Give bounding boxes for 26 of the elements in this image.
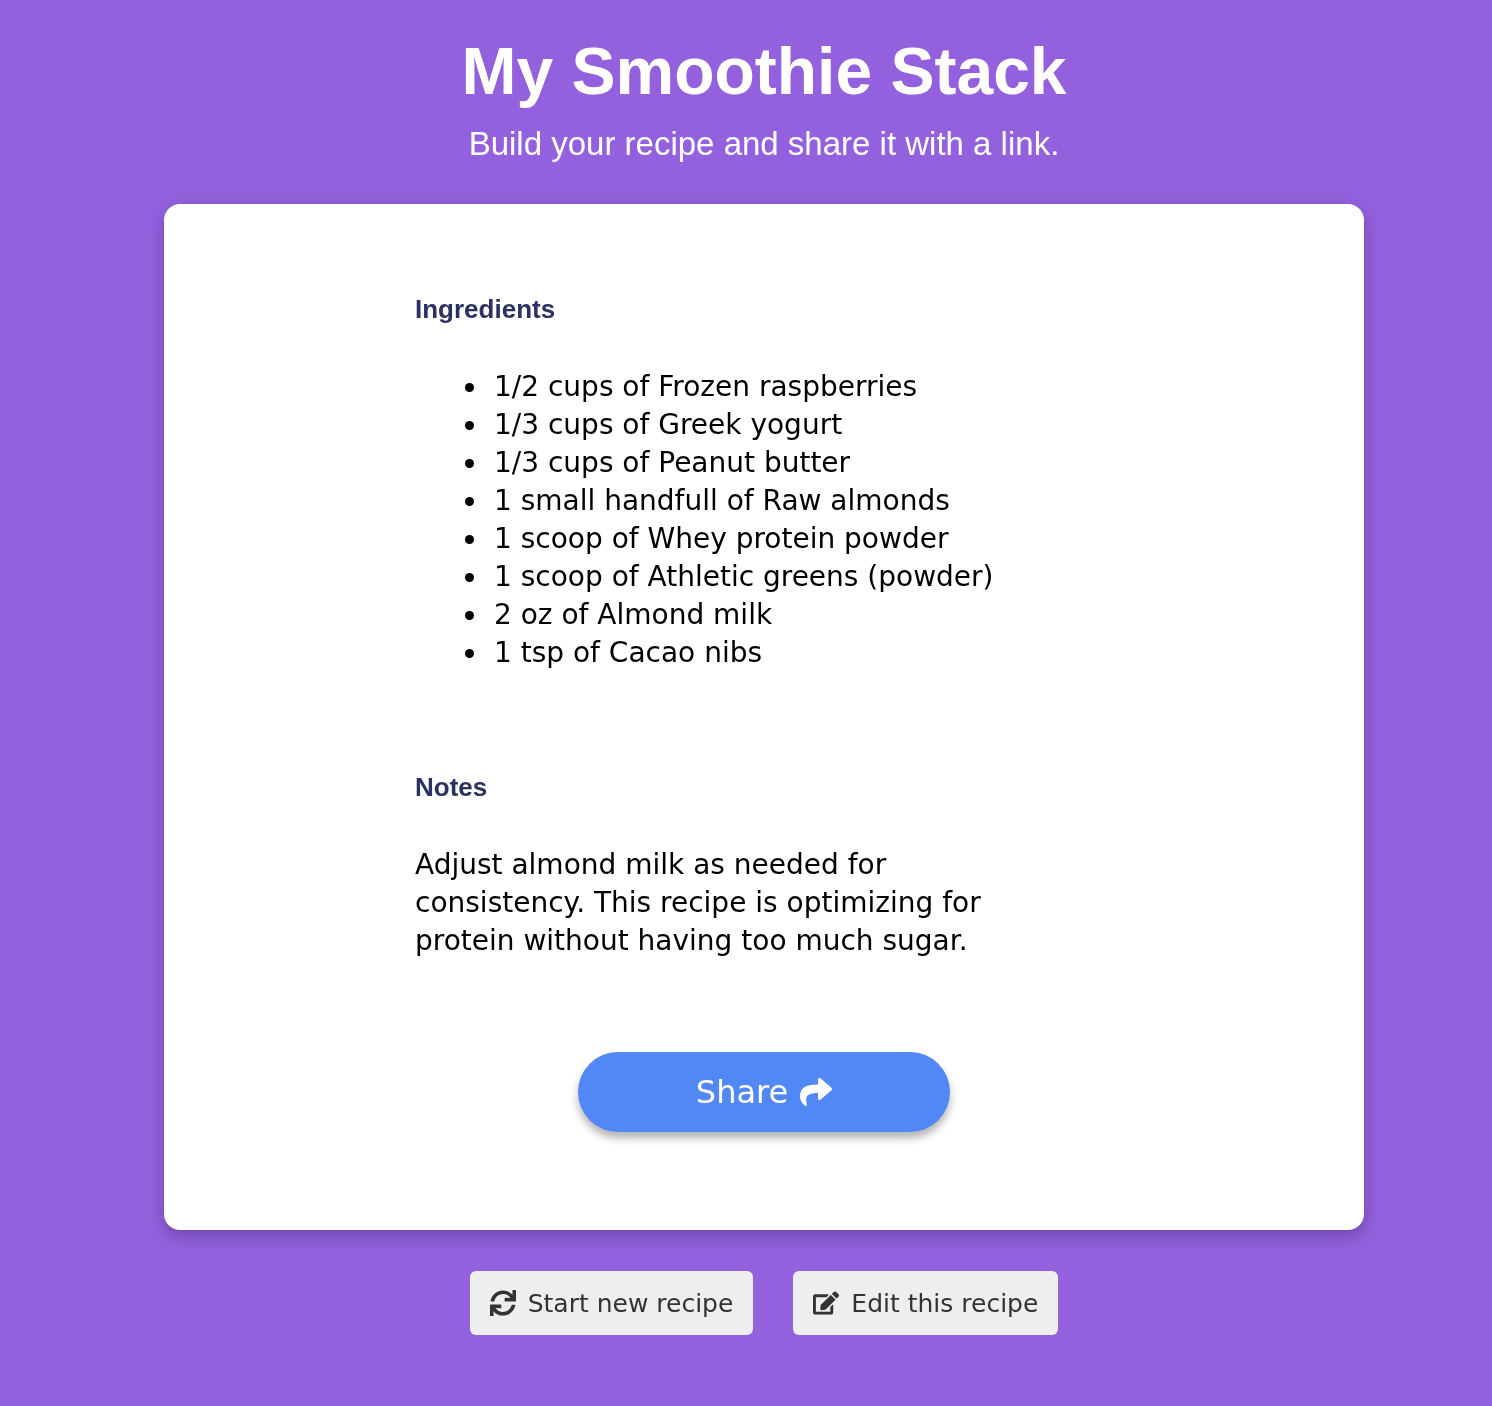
page-subtitle: Build your recipe and share it with a link. bbox=[468, 126, 1060, 162]
bullet-icon bbox=[465, 534, 474, 544]
bullet-icon bbox=[465, 610, 474, 620]
bullet-icon bbox=[465, 496, 474, 506]
page-title: My Smoothie Stack bbox=[461, 34, 1067, 108]
ingredient-text: 1 tsp of Cacao nibs bbox=[494, 635, 763, 671]
ingredient-text: 1 small handfull of Raw almonds bbox=[494, 483, 950, 519]
ingredient-text: 1/3 cups of Peanut butter bbox=[494, 445, 851, 481]
action-button[interactable]: Edit this recipe bbox=[793, 1271, 1059, 1335]
notes-text: Adjust almond milk as needed for consistency. This recipe is optimizing for protein without having too much sugar. bbox=[415, 847, 982, 959]
bullet-icon bbox=[465, 420, 474, 430]
refresh-icon bbox=[489, 1290, 516, 1316]
bullet-icon bbox=[465, 458, 474, 468]
edit-icon bbox=[813, 1290, 840, 1316]
ingredient-text: 1 scoop of Whey protein powder bbox=[494, 521, 949, 557]
ingredient-text: 1 scoop of Athletic greens (powder) bbox=[494, 559, 994, 595]
ingredients-heading: Ingredients bbox=[415, 294, 556, 324]
bullet-icon bbox=[465, 382, 474, 392]
action-button[interactable]: Start new recipe bbox=[469, 1271, 754, 1335]
bullet-icon bbox=[465, 648, 474, 658]
bullet-icon bbox=[465, 572, 474, 582]
notes-heading: Notes bbox=[415, 772, 488, 802]
ingredient-text: 1/2 cups of Frozen raspberries bbox=[494, 369, 918, 405]
share-arrow-icon bbox=[800, 1076, 833, 1108]
ingredient-text: 2 oz of Almond milk bbox=[494, 597, 773, 633]
ingredient-text: 1/3 cups of Greek yogurt bbox=[494, 407, 843, 443]
